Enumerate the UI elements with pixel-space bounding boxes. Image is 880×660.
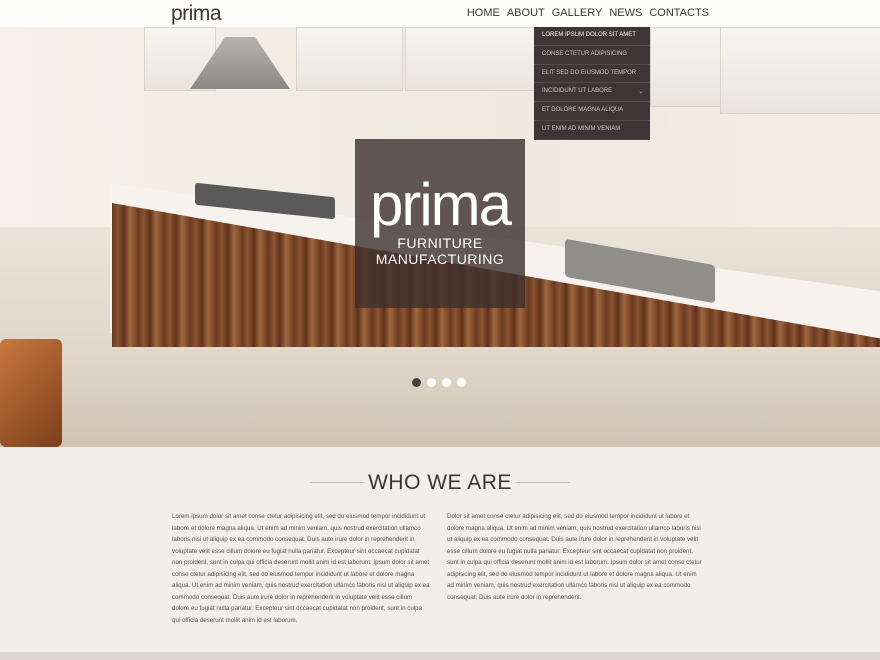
nav-news[interactable]: NEWS: [609, 7, 642, 19]
chair: [0, 339, 62, 447]
dropdown-item[interactable]: LOREM IPSUM DOLOR SIT AMET: [534, 27, 650, 46]
badge-title: prima: [369, 171, 512, 238]
dropdown-item-label: INCIDIDUNT UT LABORE: [542, 88, 613, 95]
about-text-right: Dolor sit amet conse ctetur adipisicing …: [447, 513, 702, 601]
section-title: WHO WE ARE: [368, 471, 512, 494]
tile-floor: [0, 347, 880, 447]
main-nav: HOME ABOUT GALLERY NEWS CONTACTS: [467, 7, 709, 19]
dropdown-item-with-submenu[interactable]: INCIDIDUNT UT LABORE ⌄: [534, 83, 650, 103]
hero-badge: prima FURNITURE MANUFACTURING: [355, 139, 525, 308]
nav-about[interactable]: ABOUT: [507, 7, 545, 19]
slider-dot[interactable]: [412, 378, 421, 387]
who-we-are-section: WHO WE ARE Lorem ipsum dolor sit amet co…: [0, 447, 880, 660]
badge-subtitle-line2: MANUFACTURING: [375, 251, 505, 267]
dropdown-item[interactable]: CONSE CTETUR ADIPISICING: [534, 46, 650, 65]
about-text-left: Lorem ipsum dolor sit amet conse ctetur …: [172, 513, 430, 624]
footer-strip: [0, 652, 880, 660]
upper-cabinet: [296, 27, 403, 91]
slider-dot[interactable]: [427, 378, 436, 387]
chevron-down-icon: ⌄: [638, 88, 644, 96]
nav-contacts[interactable]: CONTACTS: [649, 7, 709, 19]
about-dropdown-menu: LOREM IPSUM DOLOR SIT AMET CONSE CTETUR …: [534, 27, 650, 140]
top-bar: prima HOME ABOUT GALLERY NEWS CONTACTS: [0, 0, 880, 27]
dropdown-item[interactable]: ET DOLORE MAGNA ALIQUA: [534, 102, 650, 121]
upper-cabinet: [405, 27, 537, 91]
upper-cabinet: [650, 27, 722, 107]
site-logo[interactable]: prima: [171, 2, 222, 26]
upper-cabinet: [720, 27, 880, 114]
nav-home[interactable]: HOME: [467, 7, 500, 19]
dropdown-item[interactable]: ELIT SED DO EIUSMOD TEMPOR: [534, 65, 650, 84]
dropdown-item[interactable]: UT ENIM AD MINIM VENIAM: [534, 121, 650, 140]
slider-dot[interactable]: [457, 378, 466, 387]
slider-dot[interactable]: [442, 378, 451, 387]
slider-pagination: [412, 378, 466, 387]
nav-gallery[interactable]: GALLERY: [552, 7, 603, 19]
